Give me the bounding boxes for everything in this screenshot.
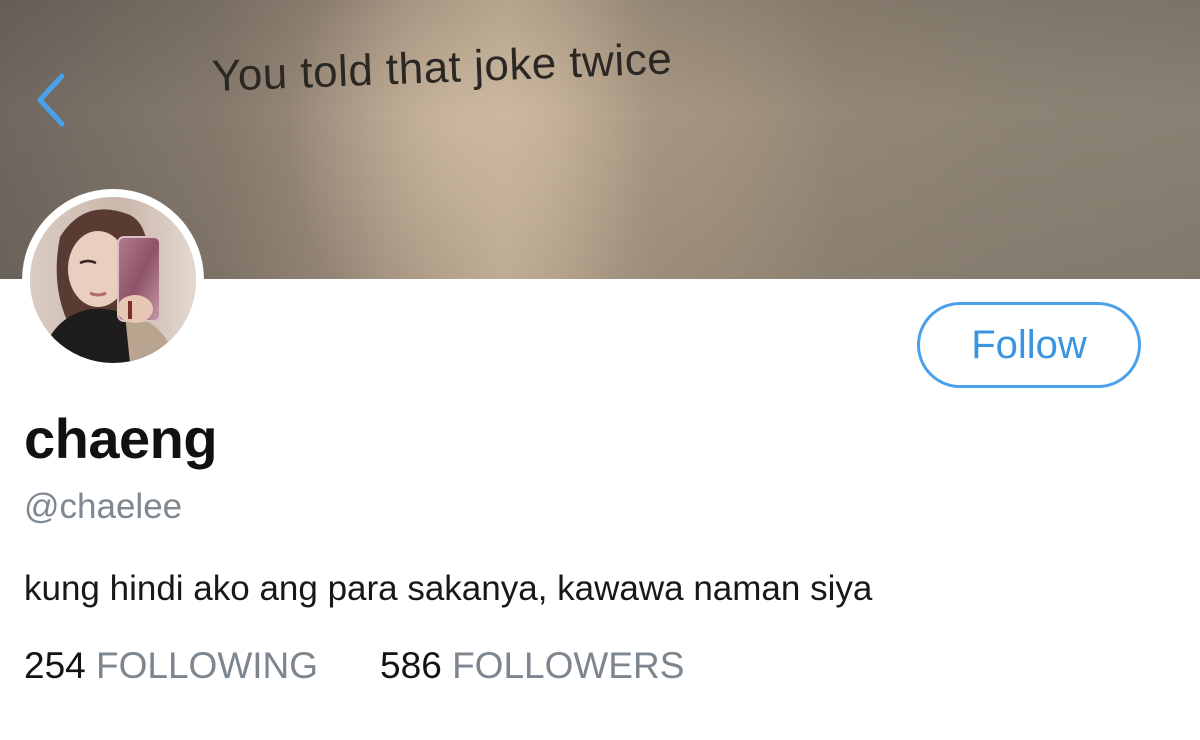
chevron-left-icon <box>37 73 65 127</box>
follow-button[interactable]: Follow <box>917 302 1141 388</box>
profile-page: You told that joke twice Follow chaeng @… <box>0 0 1200 740</box>
following-label: FOLLOWING <box>96 645 319 686</box>
banner-text: You told that joke twice <box>211 34 674 101</box>
back-button[interactable] <box>28 70 78 130</box>
followers-stat[interactable]: 586 FOLLOWERS <box>380 645 684 687</box>
followers-count: 586 <box>380 645 442 686</box>
display-name: chaeng <box>24 407 218 470</box>
profile-bio: kung hindi ako ang para sakanya, kawawa … <box>24 569 873 608</box>
following-stat[interactable]: 254 FOLLOWING <box>24 645 318 687</box>
following-count: 254 <box>24 645 86 686</box>
profile-stats: 254 FOLLOWING 586 FOLLOWERS <box>24 645 684 687</box>
avatar-photo <box>30 197 196 363</box>
followers-label: FOLLOWERS <box>452 645 685 686</box>
user-handle: @chaelee <box>24 487 183 526</box>
avatar[interactable] <box>22 189 204 371</box>
